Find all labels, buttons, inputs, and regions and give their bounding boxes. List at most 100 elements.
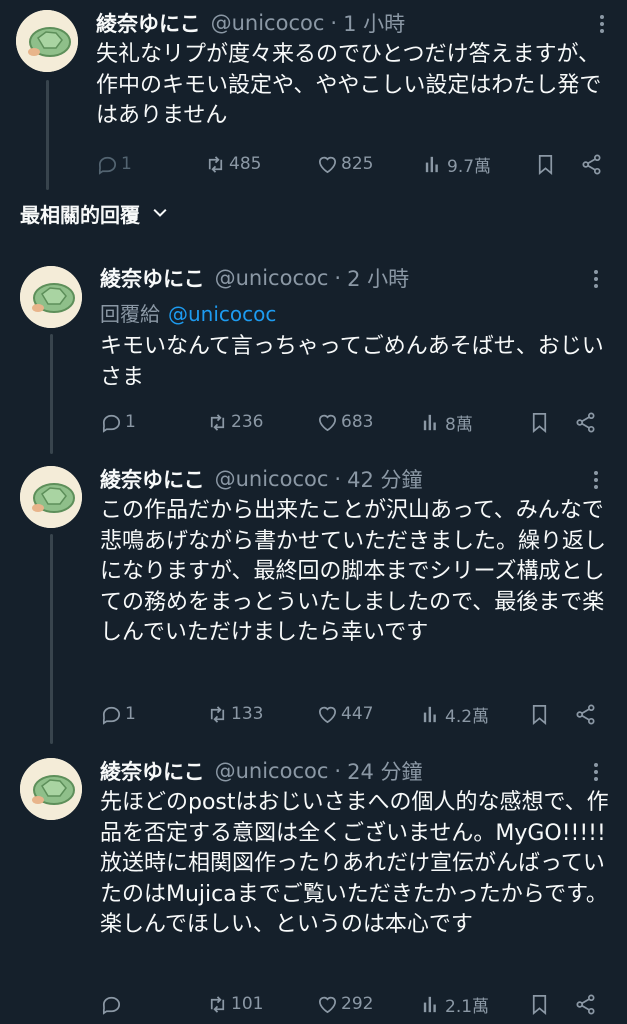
reply-icon bbox=[100, 993, 123, 1016]
views-icon bbox=[420, 703, 443, 726]
like-button[interactable]: 447 bbox=[316, 700, 373, 728]
repost-icon bbox=[206, 703, 229, 726]
action-bar: 101 292 2.1萬 bbox=[100, 990, 600, 1018]
reply-button[interactable]: 1 bbox=[96, 150, 132, 178]
turtle-avatar-icon bbox=[20, 758, 82, 820]
repost-button[interactable]: 101 bbox=[206, 990, 263, 1018]
share-button[interactable] bbox=[574, 700, 597, 728]
timestamp[interactable]: 42 分鐘 bbox=[347, 464, 422, 494]
tweet-header: 綾奈ゆにこ @unicococ · 1 小時 bbox=[96, 8, 405, 38]
repost-count: 485 bbox=[229, 154, 262, 174]
more-options-icon[interactable] bbox=[584, 468, 608, 492]
like-button[interactable]: 825 bbox=[316, 150, 373, 178]
views-button[interactable]: 2.1萬 bbox=[420, 990, 489, 1018]
views-count: 4.2萬 bbox=[445, 706, 490, 727]
handle[interactable]: @unicococ bbox=[215, 266, 329, 290]
heart-icon bbox=[316, 703, 339, 726]
bookmark-button[interactable] bbox=[528, 408, 551, 436]
action-bar: 1 485 825 9.7萬 bbox=[96, 150, 606, 178]
like-count: 683 bbox=[341, 412, 374, 432]
reply-button[interactable] bbox=[100, 990, 125, 1018]
repost-button[interactable]: 133 bbox=[206, 700, 263, 728]
bookmark-icon bbox=[528, 703, 551, 726]
thread-line bbox=[46, 80, 49, 190]
display-name[interactable]: 綾奈ゆにこ bbox=[96, 8, 201, 38]
like-count: 447 bbox=[341, 704, 374, 724]
views-button[interactable]: 9.7萬 bbox=[422, 150, 491, 178]
reply-prefix: 回覆給 bbox=[100, 302, 160, 326]
repost-count: 101 bbox=[231, 994, 264, 1014]
repost-button[interactable]: 485 bbox=[204, 150, 261, 178]
turtle-avatar-icon bbox=[16, 10, 78, 72]
reply-count: 1 bbox=[125, 412, 136, 432]
repost-count: 236 bbox=[231, 412, 264, 432]
reply-sort-control[interactable]: 最相關的回覆 bbox=[20, 198, 170, 228]
tweet-text: 失礼なリプが度々来るのでひとつだけ答えますが、作中のキモい設定や、ややこしい設定… bbox=[96, 42, 602, 128]
display-name[interactable]: 綾奈ゆにこ bbox=[100, 263, 205, 293]
reply-button[interactable]: 1 bbox=[100, 700, 136, 728]
avatar[interactable] bbox=[20, 758, 82, 820]
heart-icon bbox=[316, 993, 339, 1016]
separator-dot: · bbox=[334, 266, 342, 290]
reply-icon bbox=[96, 153, 119, 176]
bookmark-icon bbox=[534, 153, 557, 176]
handle[interactable]: @unicococ bbox=[215, 759, 329, 783]
like-button[interactable]: 292 bbox=[316, 990, 373, 1018]
action-bar: 1 133 447 4.2萬 bbox=[100, 700, 600, 728]
views-icon bbox=[420, 993, 443, 1016]
repost-icon bbox=[206, 411, 229, 434]
share-icon bbox=[574, 993, 597, 1016]
thread-line bbox=[50, 534, 53, 744]
bookmark-button[interactable] bbox=[528, 990, 551, 1018]
views-count: 2.1萬 bbox=[445, 996, 490, 1017]
separator-dot: · bbox=[330, 11, 338, 35]
like-button[interactable]: 683 bbox=[316, 408, 373, 436]
timestamp[interactable]: 24 分鐘 bbox=[347, 756, 422, 786]
repost-button[interactable]: 236 bbox=[206, 408, 263, 436]
replying-to: 回覆給 @unicococ bbox=[100, 298, 276, 327]
tweet-header: 綾奈ゆにこ @unicococ · 2 小時 bbox=[100, 263, 409, 293]
share-button[interactable] bbox=[574, 408, 597, 436]
separator-dot: · bbox=[334, 759, 342, 783]
mention-link[interactable]: @unicococ bbox=[168, 302, 276, 326]
share-icon bbox=[574, 703, 597, 726]
bookmark-button[interactable] bbox=[534, 150, 557, 178]
action-bar: 1 236 683 8萬 bbox=[100, 408, 600, 436]
bookmark-icon bbox=[528, 993, 551, 1016]
repost-icon bbox=[204, 153, 227, 176]
views-count: 9.7萬 bbox=[447, 156, 492, 177]
share-button[interactable] bbox=[580, 150, 603, 178]
timestamp[interactable]: 2 小時 bbox=[347, 263, 409, 293]
views-count: 8萬 bbox=[445, 414, 473, 435]
share-button[interactable] bbox=[574, 990, 597, 1018]
repost-count: 133 bbox=[231, 704, 264, 724]
sort-label: 最相關的回覆 bbox=[20, 202, 140, 227]
separator-dot: · bbox=[334, 467, 342, 491]
display-name[interactable]: 綾奈ゆにこ bbox=[100, 756, 205, 786]
turtle-avatar-icon bbox=[20, 266, 82, 328]
handle[interactable]: @unicococ bbox=[211, 11, 325, 35]
avatar[interactable] bbox=[20, 266, 82, 328]
reply-count: 1 bbox=[121, 154, 132, 174]
more-options-icon[interactable] bbox=[584, 760, 608, 784]
tweet-header: 綾奈ゆにこ @unicococ · 24 分鐘 bbox=[100, 756, 422, 786]
display-name[interactable]: 綾奈ゆにこ bbox=[100, 464, 205, 494]
share-icon bbox=[574, 411, 597, 434]
avatar[interactable] bbox=[20, 466, 82, 528]
views-icon bbox=[422, 153, 445, 176]
thread-line bbox=[50, 334, 53, 454]
timestamp[interactable]: 1 小時 bbox=[343, 8, 405, 38]
more-options-icon[interactable] bbox=[584, 267, 608, 291]
turtle-avatar-icon bbox=[20, 466, 82, 528]
more-options-icon[interactable] bbox=[590, 12, 614, 36]
handle[interactable]: @unicococ bbox=[215, 467, 329, 491]
avatar[interactable] bbox=[16, 10, 78, 72]
views-button[interactable]: 8萬 bbox=[420, 408, 473, 436]
share-icon bbox=[580, 153, 603, 176]
reply-icon bbox=[100, 411, 123, 434]
reply-button[interactable]: 1 bbox=[100, 408, 136, 436]
bookmark-button[interactable] bbox=[528, 700, 551, 728]
like-count: 292 bbox=[341, 994, 374, 1014]
views-icon bbox=[420, 411, 443, 434]
views-button[interactable]: 4.2萬 bbox=[420, 700, 489, 728]
